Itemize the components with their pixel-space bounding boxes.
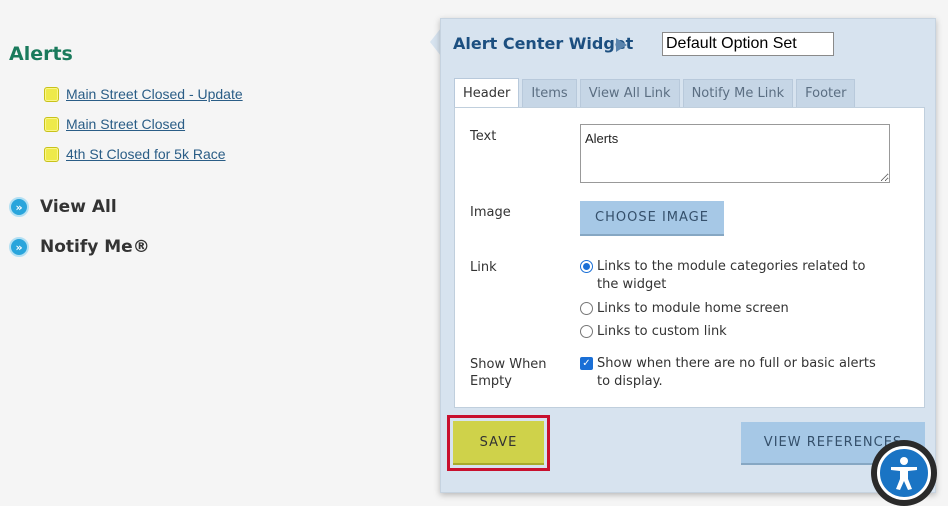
show-when-empty-text: Show when there are no full or basic ale… bbox=[597, 356, 876, 389]
radio-selected[interactable] bbox=[580, 260, 593, 273]
yellow-square-icon bbox=[44, 116, 59, 132]
notify-me-label[interactable]: Notify Me® bbox=[40, 237, 150, 257]
link-option-categories[interactable]: Links to the module categories related t… bbox=[580, 258, 880, 294]
radio-unselected[interactable] bbox=[580, 325, 593, 338]
text-label: Text bbox=[470, 129, 497, 144]
notify-me-link[interactable]: » Notify Me® bbox=[9, 237, 150, 257]
yellow-square-icon bbox=[44, 86, 59, 102]
alert-link[interactable]: Main Street Closed - Update bbox=[66, 86, 243, 102]
alert-link[interactable]: Main Street Closed bbox=[66, 116, 185, 132]
header-tab-content: Text Alerts Image CHOOSE IMAGE Link Link… bbox=[454, 107, 925, 408]
chevron-circle-icon: » bbox=[9, 237, 29, 257]
alert-item[interactable]: Main Street Closed - Update bbox=[44, 86, 243, 102]
tab-bar: Header Items View All Link Notify Me Lin… bbox=[454, 78, 856, 108]
choose-image-button[interactable]: CHOOSE IMAGE bbox=[580, 201, 724, 236]
text-textarea[interactable]: Alerts bbox=[580, 124, 890, 183]
link-option-label: Links to custom link bbox=[597, 324, 727, 339]
tab-notify-me-link[interactable]: Notify Me Link bbox=[682, 79, 794, 107]
accessibility-button[interactable] bbox=[871, 440, 937, 506]
triangle-right-icon bbox=[616, 38, 627, 52]
alerts-widget-preview: Alerts Main Street Closed - Update Main … bbox=[0, 0, 430, 493]
panel-title: Alert Center Widget bbox=[453, 34, 634, 53]
link-option-custom[interactable]: Links to custom link bbox=[580, 323, 727, 341]
option-set-input[interactable] bbox=[662, 32, 834, 56]
link-option-home[interactable]: Links to module home screen bbox=[580, 300, 789, 318]
save-highlight: SAVE bbox=[447, 415, 550, 471]
view-all-label[interactable]: View All bbox=[40, 197, 117, 217]
link-option-label: Links to module home screen bbox=[597, 301, 789, 316]
alert-link[interactable]: 4th St Closed for 5k Race bbox=[66, 146, 226, 162]
alert-item[interactable]: Main Street Closed bbox=[44, 116, 185, 132]
show-when-empty-label: Show When Empty bbox=[470, 357, 547, 389]
radio-unselected[interactable] bbox=[580, 302, 593, 315]
yellow-square-icon bbox=[44, 146, 59, 162]
link-label: Link bbox=[470, 260, 497, 275]
tab-items[interactable]: Items bbox=[522, 79, 577, 107]
image-label: Image bbox=[470, 205, 511, 220]
view-all-link[interactable]: » View All bbox=[9, 197, 117, 217]
alert-item[interactable]: 4th St Closed for 5k Race bbox=[44, 146, 226, 162]
tab-view-all-link[interactable]: View All Link bbox=[579, 79, 680, 107]
tab-header[interactable]: Header bbox=[454, 78, 520, 108]
chevron-circle-icon: » bbox=[9, 197, 29, 217]
accessibility-icon bbox=[877, 446, 931, 500]
save-button[interactable]: SAVE bbox=[453, 421, 544, 465]
show-when-empty-option[interactable]: ✓ Show when there are no full or basic a… bbox=[580, 355, 890, 391]
tab-footer[interactable]: Footer bbox=[796, 79, 856, 107]
alerts-title: Alerts bbox=[9, 43, 73, 65]
link-option-label: Links to the module categories related t… bbox=[597, 259, 866, 292]
checkbox-checked[interactable]: ✓ bbox=[580, 357, 593, 370]
widget-options-panel: Alert Center Widget Header Items View Al… bbox=[440, 18, 936, 493]
